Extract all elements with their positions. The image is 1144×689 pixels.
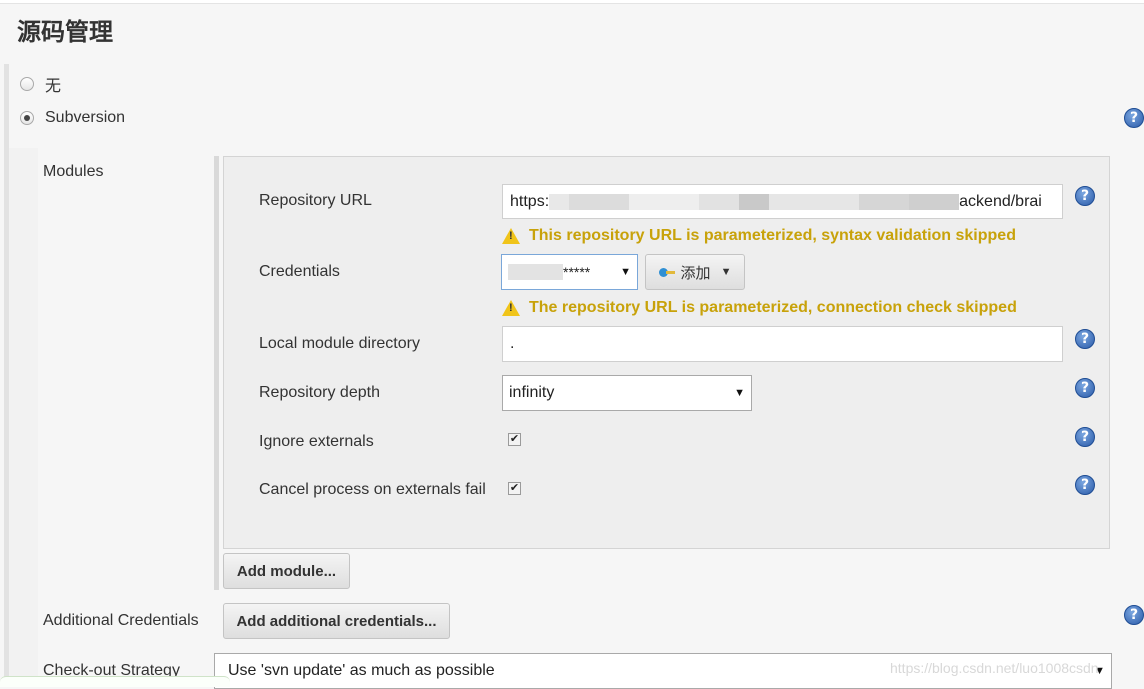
repository-url-suffix: ackend/brai [959,192,1042,210]
repository-depth-select[interactable]: infinity ▼ [502,375,752,411]
checkout-strategy-value: Use 'svn update' as much as possible [228,662,495,679]
chevron-down-icon: ▼ [734,387,745,399]
redacted-block [629,193,700,210]
add-module-button[interactable]: Add module... [223,553,350,589]
local-module-directory-value: . [510,335,515,352]
section-title: 源码管理 [17,18,113,46]
additional-credentials-label: Additional Credentials [43,612,199,629]
cancel-externals-fail-checkbox[interactable]: ✔ [508,482,521,495]
repository-url-label: Repository URL [259,192,372,209]
repository-url-input[interactable]: https: ackend/brai [502,184,1063,219]
redacted-block [508,264,563,280]
radio-subversion[interactable] [20,111,34,125]
help-icon-local-module-directory[interactable] [1075,329,1095,349]
radio-none[interactable] [20,77,34,91]
redacted-block [569,193,630,210]
radio-subversion-label: Subversion [45,109,126,126]
top-border [0,0,1144,4]
local-module-directory-input[interactable]: . [502,326,1063,362]
scm-option-none[interactable]: 无 [20,72,61,96]
credentials-value: ***** [563,264,591,280]
help-icon-repository-depth[interactable] [1075,378,1095,398]
local-module-directory-label: Local module directory [259,335,420,352]
modules-label: Modules [43,163,104,180]
cancel-externals-fail-label: Cancel process on externals fail [259,481,486,498]
redacted-block [859,193,910,210]
help-icon-cancel-externals-fail[interactable] [1075,475,1095,495]
radio-none-label: 无 [45,78,62,95]
help-icon-additional-credentials[interactable] [1124,605,1144,625]
redacted-block [909,193,960,210]
url-warning: This repository URL is parameterized, sy… [502,227,1016,245]
redacted-block [699,193,740,210]
help-icon-ignore-externals[interactable] [1075,427,1095,447]
caret-down-icon: ▼ [720,266,732,278]
redacted-block [739,193,770,210]
watermark-text: https://blog.csdn.net/luo1008csdn [890,660,1099,676]
credentials-select[interactable]: ***** ▼ [501,254,638,290]
add-credentials-button[interactable]: 添加 ▼ [645,254,745,290]
add-additional-credentials-button[interactable]: Add additional credentials... [223,603,450,639]
chevron-down-icon: ▼ [620,266,631,278]
repository-depth-value: infinity [509,384,555,401]
warning-icon [502,300,520,316]
warning-icon [502,228,520,244]
ignore-externals-checkbox[interactable]: ✔ [508,433,521,446]
bottom-decoration [0,676,230,687]
credentials-label: Credentials [259,263,340,280]
key-icon [658,267,675,277]
help-icon-subversion[interactable] [1124,108,1144,128]
repository-url-prefix: https: [510,192,550,210]
help-icon-repository-url[interactable] [1075,186,1095,206]
ignore-externals-label: Ignore externals [259,433,374,450]
scm-option-subversion[interactable]: Subversion [20,109,125,127]
connection-warning-text: The repository URL is parameterized, con… [529,299,1017,316]
connection-warning: The repository URL is parameterized, con… [502,299,1017,317]
redacted-block [769,193,860,210]
repository-depth-label: Repository depth [259,384,380,401]
add-credentials-label: 添加 [680,264,711,282]
subsection-left-bar [9,148,38,687]
modules-vertical-bar [214,156,219,590]
redacted-block [549,193,570,210]
url-warning-text: This repository URL is parameterized, sy… [529,227,1016,244]
